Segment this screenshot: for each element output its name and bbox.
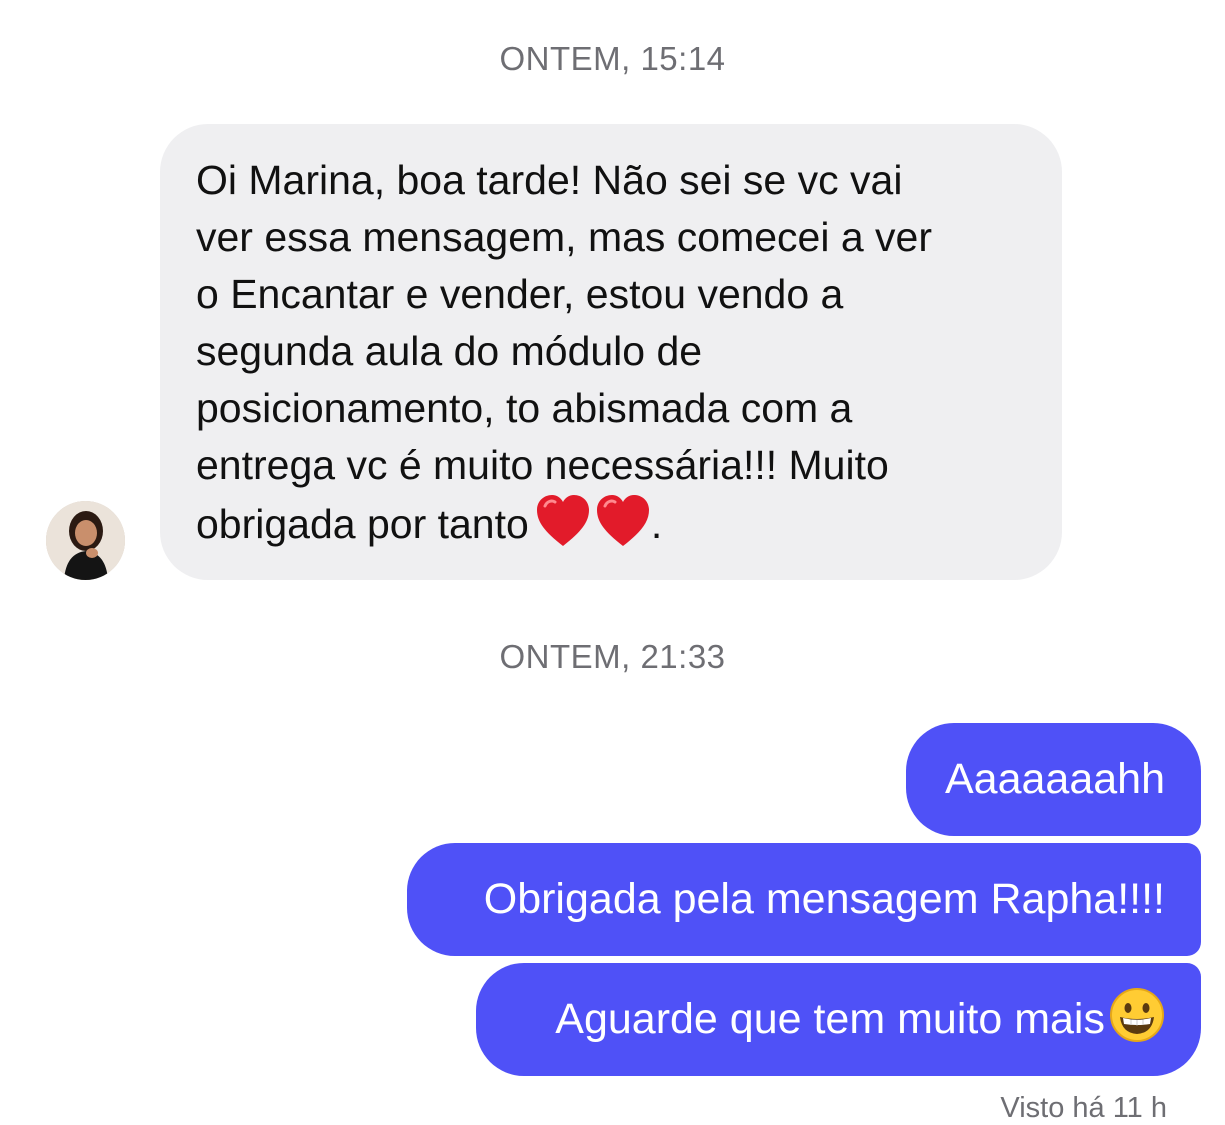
timestamp: ONTEM, 21:33 — [499, 638, 726, 675]
outgoing-message-bubble[interactable]: Aguarde que tem muito mais — [476, 963, 1201, 1076]
outgoing-message-text: Aaaaaaahh — [945, 755, 1165, 803]
outgoing-message-text: Aguarde que tem muito mais — [555, 995, 1105, 1043]
incoming-message-bubble[interactable]: Oi Marina, boa tarde! Não sei se vc vai … — [160, 124, 1062, 580]
incoming-message-trailing: . — [650, 501, 663, 547]
red-heart-icon — [595, 494, 651, 563]
avatar-photo — [46, 501, 125, 580]
outgoing-message-bubble[interactable]: Aaaaaaahh — [906, 723, 1201, 836]
incoming-message-text: Oi Marina, boa tarde! Não sei se vc vai … — [196, 157, 932, 547]
outgoing-message-bubble[interactable]: Obrigada pela mensagem Rapha!!!! — [407, 843, 1201, 956]
outgoing-message-text: Obrigada pela mensagem Rapha!!!! — [483, 875, 1165, 923]
grinning-face-icon — [1109, 973, 1165, 1086]
sender-avatar[interactable] — [46, 501, 125, 580]
seen-status: Visto há 11 h — [1000, 1092, 1167, 1124]
timestamp: ONTEM, 15:14 — [499, 40, 726, 77]
red-heart-icon — [535, 494, 591, 563]
